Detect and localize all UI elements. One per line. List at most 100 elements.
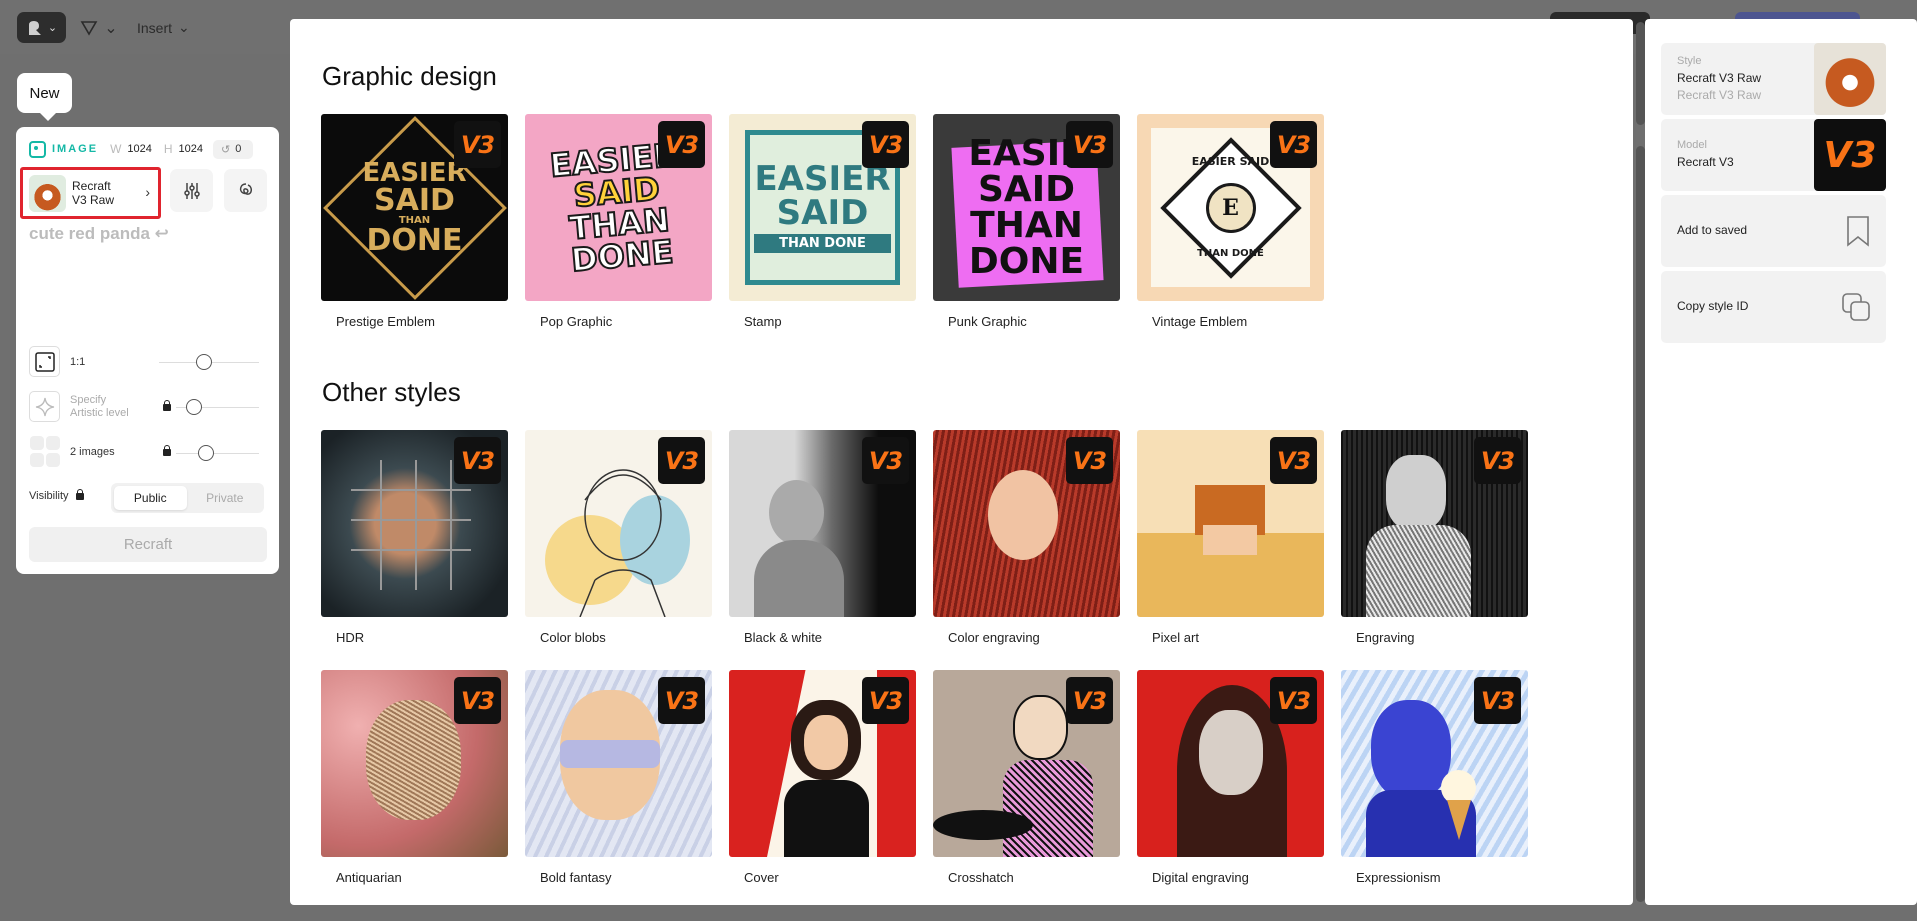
style-card-punk-graphic[interactable]: EASIE SAID THAN DONE V3 Punk Graphic xyxy=(933,114,1120,329)
prompt-input[interactable]: cute red panda ↩ xyxy=(29,224,169,244)
width-label: W xyxy=(110,142,122,156)
style-card-digital-engraving[interactable]: V3 Digital engraving xyxy=(1137,670,1324,885)
tile-text: DONE xyxy=(569,231,676,280)
style-card-color-blobs[interactable]: V3 Color blobs xyxy=(525,430,712,645)
image-type-label[interactable]: IMAGE xyxy=(52,143,98,155)
v3-badge: V3 xyxy=(658,121,705,168)
style-name-line2: V3 Raw xyxy=(72,193,115,207)
style-card-black-white[interactable]: V3 Black & white xyxy=(729,430,916,645)
style-selector-button[interactable]: Recraft V3 Raw › xyxy=(20,167,161,219)
grid-cell-icon xyxy=(45,436,60,451)
model-info-card: Model Recraft V3 V3 xyxy=(1661,119,1886,191)
chevron-down-icon: ⌄ xyxy=(104,19,118,37)
style-name: Black & white xyxy=(744,630,823,645)
style-thumbnail: V3 xyxy=(729,670,916,857)
style-name: Digital engraving xyxy=(1152,870,1249,885)
style-thumbnail: V3 xyxy=(321,670,508,857)
style-card-crosshatch[interactable]: V3 Crosshatch xyxy=(933,670,1120,885)
v3-badge: V3 xyxy=(658,677,705,724)
style-card-antiquarian[interactable]: V3 Antiquarian xyxy=(321,670,508,885)
style-card-stamp[interactable]: EASIER SAID THAN DONE V3 Stamp xyxy=(729,114,916,329)
v3-badge: V3 xyxy=(454,437,501,484)
tile-text: THAN DONE xyxy=(754,234,891,253)
model-label: Model xyxy=(1677,139,1707,151)
app-menu-button[interactable]: ⌄ xyxy=(17,12,66,43)
add-to-saved-button[interactable]: Add to saved xyxy=(1661,195,1886,267)
image-count-button[interactable] xyxy=(29,436,60,467)
style-card-cover[interactable]: V3 Cover xyxy=(729,670,916,885)
style-subvalue: Recraft V3 Raw xyxy=(1677,88,1762,102)
style-info-card: Style Recraft V3 Raw Recraft V3 Raw xyxy=(1661,43,1886,115)
style-name: Expressionism xyxy=(1356,870,1441,885)
seed-field[interactable]: ↺ 0 xyxy=(213,139,254,159)
style-name: Vintage Emblem xyxy=(1152,314,1248,329)
style-card-bold-fantasy[interactable]: V3 Bold fantasy xyxy=(525,670,712,885)
visibility-label: Visibility xyxy=(29,490,69,502)
color-palette-button[interactable] xyxy=(224,169,267,212)
artistic-level-slider[interactable] xyxy=(176,399,259,415)
gallery-scrollbar[interactable] xyxy=(1636,146,1645,902)
style-card-vintage-emblem[interactable]: E EASIER SAID THAN DONE V3 Vintage Emble… xyxy=(1137,114,1324,329)
vector-tool-button[interactable]: ⌄ xyxy=(75,12,123,43)
tile-text: SAID xyxy=(374,182,455,218)
v3-badge: V3 xyxy=(1814,119,1886,191)
gallery-scrollbar-thumb[interactable] xyxy=(1636,22,1645,125)
style-name: Bold fantasy xyxy=(540,870,612,885)
style-thumbnail: EASIER SAID THAN DONE V3 xyxy=(321,114,508,301)
v3-badge: V3 xyxy=(1066,677,1113,724)
style-card-color-engraving[interactable]: V3 Color engraving xyxy=(933,430,1120,645)
grid-cell-icon xyxy=(29,452,44,467)
artistic-level-button[interactable] xyxy=(29,391,60,422)
style-card-pixel-art[interactable]: V3 Pixel art xyxy=(1137,430,1324,645)
sparkle-icon xyxy=(35,397,54,416)
style-name: Prestige Emblem xyxy=(336,314,435,329)
style-thumbnail: V3 xyxy=(321,430,508,617)
new-label: New xyxy=(29,84,60,102)
style-name: Color blobs xyxy=(540,630,606,645)
style-thumbnail: V3 xyxy=(1137,430,1324,617)
style-card-engraving[interactable]: V3 Engraving xyxy=(1341,430,1528,645)
style-name: Pixel art xyxy=(1152,630,1199,645)
lock-icon xyxy=(75,488,84,500)
style-card-prestige-emblem[interactable]: EASIER SAID THAN DONE V3 Prestige Emblem xyxy=(321,114,508,329)
style-name-line1: Recraft xyxy=(72,179,111,193)
style-name: Antiquarian xyxy=(336,870,402,885)
style-name: Engraving xyxy=(1356,630,1415,645)
grid-cell-icon xyxy=(45,452,60,467)
public-option[interactable]: Public xyxy=(114,486,187,510)
v3-badge: V3 xyxy=(1270,437,1317,484)
private-option[interactable]: Private xyxy=(189,486,262,510)
style-thumbnail: EASIE SAID THAN DONE V3 xyxy=(933,114,1120,301)
style-thumbnail: V3 xyxy=(933,430,1120,617)
tile-text: DONE xyxy=(968,240,1085,282)
style-name: HDR xyxy=(336,630,365,645)
tile-text: EASIER SAID xyxy=(1191,155,1270,168)
aspect-ratio-button[interactable] xyxy=(29,346,60,377)
insert-menu-button[interactable]: Insert ⌄ xyxy=(137,12,190,43)
width-input[interactable]: 1024 xyxy=(127,143,151,155)
style-card-pop-graphic[interactable]: EASIER SAID THAN DONE V3 Pop Graphic xyxy=(525,114,712,329)
tile-text: EASIER xyxy=(362,157,467,188)
settings-sliders-button[interactable] xyxy=(170,169,213,212)
style-card-hdr[interactable]: V3 HDR xyxy=(321,430,508,645)
aspect-ratio-slider[interactable] xyxy=(159,354,259,370)
v3-badge: V3 xyxy=(658,437,705,484)
chevron-down-icon: ⌄ xyxy=(178,19,190,35)
style-value: Recraft V3 Raw xyxy=(1677,71,1762,85)
v3-badge: V3 xyxy=(454,677,501,724)
v3-badge: V3 xyxy=(1066,121,1113,168)
image-count-slider[interactable] xyxy=(176,445,259,461)
style-name: Crosshatch xyxy=(948,870,1014,885)
recraft-button[interactable]: Recraft xyxy=(29,527,267,562)
tile-text: DONE xyxy=(366,222,463,258)
style-label: Style xyxy=(1677,55,1702,67)
copy-style-id-button[interactable]: Copy style ID xyxy=(1661,271,1886,343)
new-tooltip: New xyxy=(17,73,72,121)
chevron-down-icon: ⌄ xyxy=(47,22,58,34)
style-name: Cover xyxy=(744,870,779,885)
style-card-expressionism[interactable]: V3 Expressionism xyxy=(1341,670,1528,885)
height-label: H xyxy=(163,142,173,156)
height-input[interactable]: 1024 xyxy=(179,143,203,155)
v3-badge: V3 xyxy=(1474,437,1521,484)
style-name: Color engraving xyxy=(948,630,1040,645)
